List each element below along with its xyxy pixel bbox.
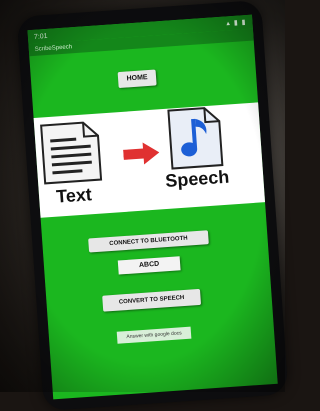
home-button[interactable]: HOME	[117, 69, 157, 89]
text-to-speech-banner: Text Speech	[28, 101, 276, 219]
speech-label: Speech	[164, 166, 230, 192]
convert-to-speech-button[interactable]: CONVERT TO SPEECH	[102, 288, 202, 312]
music-note-icon	[167, 107, 224, 170]
connect-bluetooth-button[interactable]: CONNECT TO BLUETOOTH	[88, 230, 209, 253]
hint-text: Answer with google docs	[116, 326, 192, 344]
phone-device: 7:01 ▴ ▮ ▮ ScribeSpeech HOME Text Speech…	[16, 0, 289, 411]
text-input-field[interactable]: ABCD	[117, 256, 181, 275]
document-icon	[40, 121, 103, 185]
status-time: 7:01	[33, 32, 48, 41]
status-icons: ▴ ▮ ▮	[226, 19, 247, 28]
phone-screen: 7:01 ▴ ▮ ▮ ScribeSpeech HOME Text Speech…	[27, 14, 278, 400]
text-label: Text	[55, 184, 93, 207]
right-arrow-icon	[123, 142, 160, 165]
